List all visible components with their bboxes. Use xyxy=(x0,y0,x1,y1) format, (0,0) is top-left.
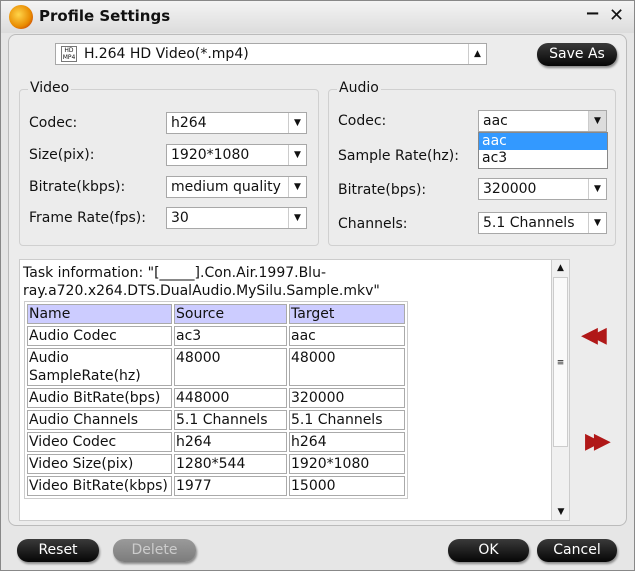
audio-bitrate-value: 320000 xyxy=(483,181,537,197)
cell-name: Audio BitRate(bps) xyxy=(27,388,172,408)
profile-settings-window: Profile Settings − ✕ HD MP4 H.264 HD Vide… xyxy=(0,0,635,571)
cancel-button[interactable]: Cancel xyxy=(537,539,617,562)
table-row: Audio BitRate(bps) 448000 320000 xyxy=(27,388,405,408)
cell-source: 448000 xyxy=(174,388,287,408)
video-codec-label: Codec: xyxy=(29,115,78,131)
audio-samplerate-label: Sample Rate(hz): xyxy=(338,148,459,164)
video-bitrate-label: Bitrate(kbps): xyxy=(29,179,126,195)
audio-channels-select[interactable]: 5.1 Channels ▼ xyxy=(478,212,607,234)
task-info-panel: Task information: "[_____].Con.Air.1997.… xyxy=(19,259,570,521)
profile-value: H.264 HD Video(*.mp4) xyxy=(84,46,249,62)
updown-icon: ▲ xyxy=(468,44,486,64)
next-arrow-icon[interactable]: ▶▶ xyxy=(585,429,611,454)
video-framerate-value: 30 xyxy=(171,210,189,226)
header-target: Target xyxy=(289,304,405,324)
audio-bitrate-label: Bitrate(bps): xyxy=(338,182,427,198)
video-size-value: 1920*1080 xyxy=(171,147,250,163)
header-source: Source xyxy=(174,304,287,324)
scroll-down-arrow-icon[interactable]: ▼ xyxy=(552,504,569,520)
close-button[interactable]: ✕ xyxy=(609,5,624,26)
cell-name: Video BitRate(kbps) xyxy=(27,476,172,496)
header-name: Name xyxy=(27,304,172,324)
chevron-down-icon: ▼ xyxy=(588,179,606,199)
delete-button[interactable]: Delete xyxy=(113,539,196,562)
chevron-down-icon: ▼ xyxy=(288,177,306,197)
video-codec-select[interactable]: h264 ▼ xyxy=(166,112,307,134)
cell-target: 320000 xyxy=(289,388,405,408)
video-framerate-select[interactable]: 30 ▼ xyxy=(166,207,307,229)
cell-source: h264 xyxy=(174,432,287,452)
chevron-down-icon: ▼ xyxy=(288,208,306,228)
profile-select[interactable]: HD MP4 H.264 HD Video(*.mp4) ▲ xyxy=(55,43,487,65)
app-logo-icon xyxy=(9,5,33,29)
video-framerate-label: Frame Rate(fps): xyxy=(29,210,146,226)
audio-codec-value: aac xyxy=(483,113,508,129)
chevron-down-icon: ▼ xyxy=(588,111,606,131)
video-size-select[interactable]: 1920*1080 ▼ xyxy=(166,144,307,166)
minimize-button[interactable]: − xyxy=(585,3,600,24)
window-title: Profile Settings xyxy=(39,7,171,25)
table-row: Video Codec h264 h264 xyxy=(27,432,405,452)
audio-codec-select[interactable]: aac ▼ xyxy=(478,110,607,132)
previous-arrow-icon[interactable]: ◀◀ xyxy=(581,323,607,348)
video-group-title: Video xyxy=(28,80,72,96)
dropdown-option-ac3[interactable]: ac3 xyxy=(479,150,607,167)
cell-target: 1920*1080 xyxy=(289,454,405,474)
audio-bitrate-select[interactable]: 320000 ▼ xyxy=(478,178,607,200)
chevron-down-icon: ▼ xyxy=(588,213,606,233)
table-row: Audio Codec ac3 aac xyxy=(27,326,405,346)
title-bar: Profile Settings − ✕ xyxy=(1,1,634,33)
vertical-scrollbar[interactable]: ▲ ≡ ▼ xyxy=(551,260,569,520)
cell-target: 48000 xyxy=(289,348,405,386)
save-as-button[interactable]: Save As xyxy=(537,43,617,66)
chevron-down-icon: ▼ xyxy=(288,113,306,133)
cell-name: Audio Channels xyxy=(27,410,172,430)
cell-source: 1280*544 xyxy=(174,454,287,474)
audio-channels-value: 5.1 Channels xyxy=(483,215,575,231)
cell-target: 5.1 Channels xyxy=(289,410,405,430)
dropdown-option-aac[interactable]: aac xyxy=(479,133,607,150)
cell-target: 15000 xyxy=(289,476,405,496)
cell-source: ac3 xyxy=(174,326,287,346)
table-row: Audio SampleRate(hz) 48000 48000 xyxy=(27,348,405,386)
cell-source: 5.1 Channels xyxy=(174,410,287,430)
task-info-table: Name Source Target Audio Codec ac3 aac Audi… xyxy=(24,301,408,499)
cell-source: 1977 xyxy=(174,476,287,496)
video-codec-value: h264 xyxy=(171,115,207,131)
reset-button[interactable]: Reset xyxy=(17,539,99,562)
audio-codec-dropdown-list: aac ac3 xyxy=(478,132,608,169)
ok-button[interactable]: OK xyxy=(448,539,529,562)
cell-name: Audio Codec xyxy=(27,326,172,346)
audio-codec-label: Codec: xyxy=(338,113,387,129)
cell-name: Video Size(pix) xyxy=(27,454,172,474)
cell-target: aac xyxy=(289,326,405,346)
video-size-label: Size(pix): xyxy=(29,147,95,163)
audio-group-title: Audio xyxy=(337,80,381,96)
table-row: Video Size(pix) 1280*544 1920*1080 xyxy=(27,454,405,474)
scrollbar-thumb[interactable]: ≡ xyxy=(553,277,568,447)
cell-name: Audio SampleRate(hz) xyxy=(27,348,172,386)
task-info-text: Task information: "[_____].Con.Air.1997.… xyxy=(23,265,380,299)
audio-channels-label: Channels: xyxy=(338,216,408,232)
video-bitrate-select[interactable]: medium quality ▼ xyxy=(166,176,307,198)
table-row: Video BitRate(kbps) 1977 15000 xyxy=(27,476,405,496)
hd-mp4-icon: HD MP4 xyxy=(61,46,77,62)
cell-source: 48000 xyxy=(174,348,287,386)
scroll-up-arrow-icon[interactable]: ▲ xyxy=(552,260,569,276)
cell-name: Video Codec xyxy=(27,432,172,452)
cell-target: h264 xyxy=(289,432,405,452)
table-header-row: Name Source Target xyxy=(27,304,405,324)
video-bitrate-value: medium quality xyxy=(171,179,281,195)
table-row: Audio Channels 5.1 Channels 5.1 Channels xyxy=(27,410,405,430)
chevron-down-icon: ▼ xyxy=(288,145,306,165)
